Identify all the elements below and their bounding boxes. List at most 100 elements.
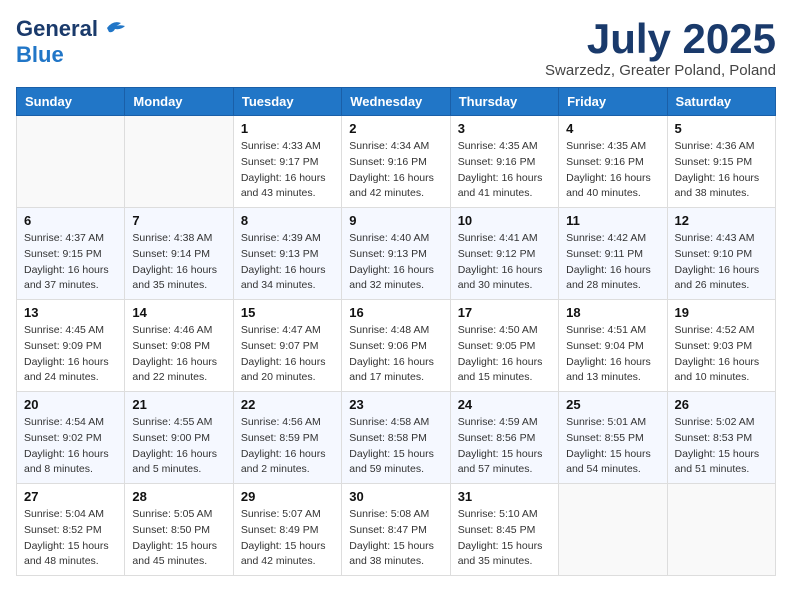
day-number: 13 [24, 305, 117, 320]
day-number: 24 [458, 397, 551, 412]
calendar-table: SundayMondayTuesdayWednesdayThursdayFrid… [16, 87, 776, 576]
day-info: Sunrise: 4:52 AM Sunset: 9:03 PM Dayligh… [675, 323, 768, 386]
day-info: Sunrise: 4:35 AM Sunset: 9:16 PM Dayligh… [458, 139, 551, 202]
calendar-cell: 18 Sunrise: 4:51 AM Sunset: 9:04 PM Dayli… [559, 300, 667, 392]
day-number: 26 [675, 397, 768, 412]
day-number: 19 [675, 305, 768, 320]
day-number: 17 [458, 305, 551, 320]
day-info: Sunrise: 5:05 AM Sunset: 8:50 PM Dayligh… [132, 507, 225, 570]
day-info: Sunrise: 4:47 AM Sunset: 9:07 PM Dayligh… [241, 323, 334, 386]
day-info: Sunrise: 5:10 AM Sunset: 8:45 PM Dayligh… [458, 507, 551, 570]
logo-bird-icon [99, 18, 129, 40]
day-number: 4 [566, 121, 659, 136]
calendar-cell [559, 484, 667, 576]
day-info: Sunrise: 4:36 AM Sunset: 9:15 PM Dayligh… [675, 139, 768, 202]
calendar-cell: 9 Sunrise: 4:40 AM Sunset: 9:13 PM Daylig… [342, 208, 450, 300]
day-info: Sunrise: 4:42 AM Sunset: 9:11 PM Dayligh… [566, 231, 659, 294]
day-number: 8 [241, 213, 334, 228]
day-header-saturday: Saturday [667, 88, 775, 116]
calendar-cell [125, 116, 233, 208]
day-number: 27 [24, 489, 117, 504]
calendar-cell: 29 Sunrise: 5:07 AM Sunset: 8:49 PM Dayli… [233, 484, 341, 576]
day-number: 1 [241, 121, 334, 136]
day-number: 5 [675, 121, 768, 136]
day-info: Sunrise: 4:37 AM Sunset: 9:15 PM Dayligh… [24, 231, 117, 294]
page-header: General Blue July 2025 Swarzedz, Greater… [16, 16, 776, 79]
day-number: 16 [349, 305, 442, 320]
calendar-cell: 5 Sunrise: 4:36 AM Sunset: 9:15 PM Daylig… [667, 116, 775, 208]
day-info: Sunrise: 4:48 AM Sunset: 9:06 PM Dayligh… [349, 323, 442, 386]
day-number: 22 [241, 397, 334, 412]
day-number: 25 [566, 397, 659, 412]
calendar-week-row: 1 Sunrise: 4:33 AM Sunset: 9:17 PM Daylig… [17, 116, 776, 208]
day-number: 29 [241, 489, 334, 504]
logo-blue-text: Blue [16, 42, 64, 67]
calendar-cell: 14 Sunrise: 4:46 AM Sunset: 9:08 PM Dayli… [125, 300, 233, 392]
day-info: Sunrise: 5:07 AM Sunset: 8:49 PM Dayligh… [241, 507, 334, 570]
location-subtitle: Swarzedz, Greater Poland, Poland [545, 62, 776, 79]
calendar-cell: 22Sunrise: 4:56 AM Sunset: 8:59 PM Dayli… [233, 392, 341, 484]
day-info: Sunrise: 4:39 AM Sunset: 9:13 PM Dayligh… [241, 231, 334, 294]
day-info: Sunrise: 4:58 AM Sunset: 8:58 PM Dayligh… [349, 415, 442, 478]
calendar-cell: 3 Sunrise: 4:35 AM Sunset: 9:16 PM Daylig… [450, 116, 558, 208]
calendar-cell: 21Sunrise: 4:55 AM Sunset: 9:00 PM Dayli… [125, 392, 233, 484]
calendar-week-row: 6Sunrise: 4:37 AM Sunset: 9:15 PM Daylig… [17, 208, 776, 300]
calendar-cell: 12 Sunrise: 4:43 AM Sunset: 9:10 PM Dayli… [667, 208, 775, 300]
day-header-tuesday: Tuesday [233, 88, 341, 116]
calendar-cell: 8 Sunrise: 4:39 AM Sunset: 9:13 PM Daylig… [233, 208, 341, 300]
day-info: Sunrise: 4:38 AM Sunset: 9:14 PM Dayligh… [132, 231, 225, 294]
day-number: 30 [349, 489, 442, 504]
month-title: July 2025 [545, 16, 776, 62]
calendar-cell: 20 Sunrise: 4:54 AM Sunset: 9:02 PM Dayli… [17, 392, 125, 484]
day-number: 14 [132, 305, 225, 320]
calendar-cell: 28 Sunrise: 5:05 AM Sunset: 8:50 PM Dayli… [125, 484, 233, 576]
day-number: 3 [458, 121, 551, 136]
calendar-cell [667, 484, 775, 576]
calendar-week-row: 13Sunrise: 4:45 AM Sunset: 9:09 PM Dayli… [17, 300, 776, 392]
calendar-cell: 4 Sunrise: 4:35 AM Sunset: 9:16 PM Daylig… [559, 116, 667, 208]
day-info: Sunrise: 4:40 AM Sunset: 9:13 PM Dayligh… [349, 231, 442, 294]
day-number: 9 [349, 213, 442, 228]
calendar-cell: 25 Sunrise: 5:01 AM Sunset: 8:55 PM Dayli… [559, 392, 667, 484]
day-info: Sunrise: 5:04 AM Sunset: 8:52 PM Dayligh… [24, 507, 117, 570]
day-info: Sunrise: 4:33 AM Sunset: 9:17 PM Dayligh… [241, 139, 334, 202]
calendar-cell: 19 Sunrise: 4:52 AM Sunset: 9:03 PM Dayli… [667, 300, 775, 392]
day-info: Sunrise: 4:54 AM Sunset: 9:02 PM Dayligh… [24, 415, 117, 478]
day-info: Sunrise: 4:43 AM Sunset: 9:10 PM Dayligh… [675, 231, 768, 294]
calendar-cell: 23 Sunrise: 4:58 AM Sunset: 8:58 PM Dayli… [342, 392, 450, 484]
calendar-cell: 10 Sunrise: 4:41 AM Sunset: 9:12 PM Dayli… [450, 208, 558, 300]
day-info: Sunrise: 5:02 AM Sunset: 8:53 PM Dayligh… [675, 415, 768, 478]
calendar-cell [17, 116, 125, 208]
calendar-cell: 7 Sunrise: 4:38 AM Sunset: 9:14 PM Daylig… [125, 208, 233, 300]
day-number: 12 [675, 213, 768, 228]
logo-general-text: General [16, 16, 98, 42]
day-info: Sunrise: 5:01 AM Sunset: 8:55 PM Dayligh… [566, 415, 659, 478]
calendar-cell: 31 Sunrise: 5:10 AM Sunset: 8:45 PM Dayli… [450, 484, 558, 576]
calendar-cell: 16 Sunrise: 4:48 AM Sunset: 9:06 PM Dayli… [342, 300, 450, 392]
calendar-cell: 24Sunrise: 4:59 AM Sunset: 8:56 PM Dayli… [450, 392, 558, 484]
calendar-cell: 13Sunrise: 4:45 AM Sunset: 9:09 PM Dayli… [17, 300, 125, 392]
day-info: Sunrise: 4:46 AM Sunset: 9:08 PM Dayligh… [132, 323, 225, 386]
day-number: 28 [132, 489, 225, 504]
calendar-cell: 27 Sunrise: 5:04 AM Sunset: 8:52 PM Dayli… [17, 484, 125, 576]
day-info: Sunrise: 4:35 AM Sunset: 9:16 PM Dayligh… [566, 139, 659, 202]
calendar-cell: 30Sunrise: 5:08 AM Sunset: 8:47 PM Dayli… [342, 484, 450, 576]
day-header-monday: Monday [125, 88, 233, 116]
day-number: 20 [24, 397, 117, 412]
calendar-header-row: SundayMondayTuesdayWednesdayThursdayFrid… [17, 88, 776, 116]
day-number: 21 [132, 397, 225, 412]
day-number: 31 [458, 489, 551, 504]
calendar-cell: 17Sunrise: 4:50 AM Sunset: 9:05 PM Dayli… [450, 300, 558, 392]
day-info: Sunrise: 4:41 AM Sunset: 9:12 PM Dayligh… [458, 231, 551, 294]
day-info: Sunrise: 4:51 AM Sunset: 9:04 PM Dayligh… [566, 323, 659, 386]
day-number: 10 [458, 213, 551, 228]
day-number: 7 [132, 213, 225, 228]
day-number: 23 [349, 397, 442, 412]
day-header-wednesday: Wednesday [342, 88, 450, 116]
title-block: July 2025 Swarzedz, Greater Poland, Pola… [545, 16, 776, 79]
calendar-week-row: 20 Sunrise: 4:54 AM Sunset: 9:02 PM Dayli… [17, 392, 776, 484]
day-number: 2 [349, 121, 442, 136]
calendar-week-row: 27 Sunrise: 5:04 AM Sunset: 8:52 PM Dayli… [17, 484, 776, 576]
day-number: 18 [566, 305, 659, 320]
day-info: Sunrise: 4:34 AM Sunset: 9:16 PM Dayligh… [349, 139, 442, 202]
